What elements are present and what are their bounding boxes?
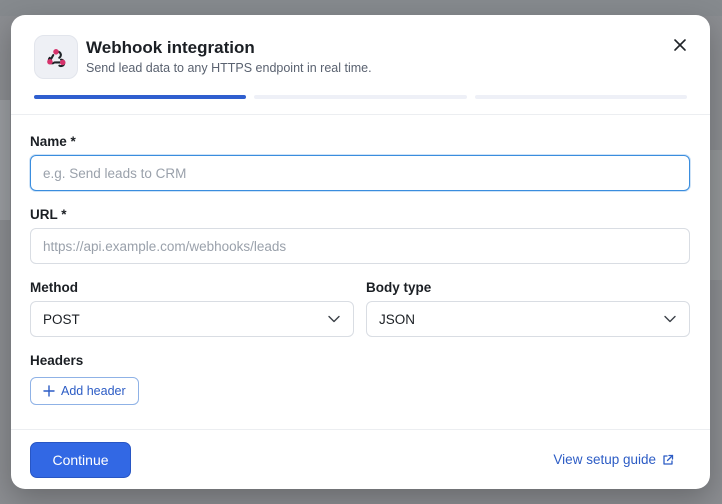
method-value: POST xyxy=(43,311,80,327)
step-2-indicator xyxy=(254,95,467,99)
chevron-down-icon xyxy=(328,315,340,323)
name-input[interactable] xyxy=(30,155,690,191)
plus-icon xyxy=(43,385,55,397)
backdrop-left-edge xyxy=(0,100,10,220)
step-progress xyxy=(34,95,687,99)
step-1-indicator xyxy=(34,95,247,99)
name-label: Name * xyxy=(30,134,76,149)
method-select[interactable]: POST xyxy=(30,301,354,337)
view-setup-guide-link[interactable]: View setup guide xyxy=(553,452,674,467)
close-icon xyxy=(674,39,686,51)
dialog-header: Webhook integration Send lead data to an… xyxy=(11,15,710,115)
add-header-button[interactable]: Add header xyxy=(30,377,139,405)
body-type-label: Body type xyxy=(366,280,432,295)
url-input[interactable] xyxy=(30,228,690,264)
dialog-subtitle: Send lead data to any HTTPS endpoint in … xyxy=(86,61,372,75)
continue-button[interactable]: Continue xyxy=(30,442,131,478)
backdrop-strip xyxy=(0,0,722,16)
dialog-title: Webhook integration xyxy=(86,38,255,57)
backdrop-right-edge xyxy=(710,150,722,280)
webhook-icon xyxy=(34,35,78,79)
add-header-label: Add header xyxy=(61,384,126,398)
body-type-select[interactable]: JSON xyxy=(366,301,690,337)
dialog-footer: Continue View setup guide xyxy=(11,429,710,489)
guide-label: View setup guide xyxy=(553,452,656,467)
method-label: Method xyxy=(30,280,78,295)
url-label: URL * xyxy=(30,207,67,222)
close-button[interactable] xyxy=(670,35,690,55)
chevron-down-icon xyxy=(664,315,676,323)
body-type-value: JSON xyxy=(379,311,416,327)
webhook-dialog: Webhook integration Send lead data to an… xyxy=(11,15,710,489)
step-3-indicator xyxy=(474,95,687,99)
headers-label: Headers xyxy=(30,353,84,368)
external-link-icon xyxy=(663,454,674,465)
